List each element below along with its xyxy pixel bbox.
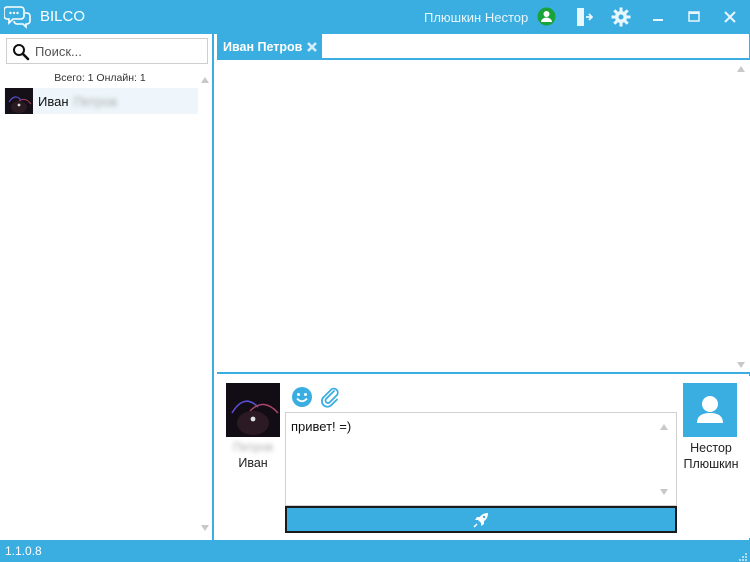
message-input[interactable]: привет! =) bbox=[291, 419, 651, 499]
version-label: 1.1.0.8 bbox=[5, 544, 42, 558]
tab-label: Иван Петров bbox=[223, 40, 303, 54]
search-input[interactable] bbox=[35, 42, 203, 60]
composer-panel: Петров Иван привет! =) Нестор Плюшкин bbox=[217, 376, 750, 538]
settings-button[interactable] bbox=[610, 6, 632, 28]
search-icon bbox=[12, 43, 30, 61]
contact-avatar bbox=[5, 88, 33, 114]
maximize-icon bbox=[688, 11, 700, 22]
current-username[interactable]: Плюшкин Нестор bbox=[424, 10, 528, 25]
contacts-scroll-down-arrow[interactable] bbox=[201, 525, 209, 531]
close-icon bbox=[724, 11, 736, 23]
contacts-sidebar: Всего: 1 Онлайн: 1 ИванПетров bbox=[0, 34, 214, 540]
self-name: Нестор Плюшкин bbox=[673, 440, 749, 472]
logout-button[interactable] bbox=[573, 6, 595, 28]
tab-close-icon[interactable] bbox=[306, 41, 318, 53]
contact-name: Иван Петров bbox=[38, 94, 117, 109]
contacts-stats: Всего: 1 Онлайн: 1 bbox=[54, 72, 146, 84]
user-silhouette-icon bbox=[697, 396, 723, 423]
contact-list-item[interactable]: Иван Петров bbox=[4, 88, 198, 114]
contact-surname-blurred: Петров bbox=[73, 94, 117, 109]
messages-scroll-up-arrow[interactable] bbox=[737, 66, 745, 72]
minimize-button[interactable] bbox=[647, 6, 669, 28]
resize-grip-icon[interactable] bbox=[738, 550, 748, 561]
message-history[interactable] bbox=[217, 60, 750, 374]
peer-surname-blurred: Петров bbox=[232, 440, 274, 454]
send-button[interactable] bbox=[285, 506, 677, 533]
search-box[interactable] bbox=[6, 38, 208, 64]
user-online-status-icon[interactable] bbox=[537, 7, 556, 26]
logout-icon bbox=[577, 8, 593, 26]
close-button[interactable] bbox=[719, 6, 741, 28]
tab-ivan-petrov[interactable]: Иван Петров bbox=[217, 34, 322, 60]
chat-bubbles-logo-icon bbox=[3, 3, 32, 31]
peer-name: Иван bbox=[238, 456, 268, 470]
minimize-icon bbox=[653, 19, 663, 21]
message-box: привет! =) bbox=[285, 412, 677, 506]
input-scroll-down-arrow[interactable] bbox=[660, 489, 668, 495]
messages-scroll-down-arrow[interactable] bbox=[737, 362, 745, 368]
gear-icon bbox=[611, 7, 631, 27]
input-scroll-up-arrow[interactable] bbox=[660, 424, 668, 430]
attach-file-button[interactable] bbox=[319, 386, 341, 408]
chat-tabs: Иван Петров bbox=[217, 34, 750, 60]
status-bar: 1.1.0.8 bbox=[0, 540, 750, 562]
rocket-icon bbox=[473, 512, 488, 528]
app-title: BILCO bbox=[40, 8, 86, 25]
self-last-name: Плюшкин bbox=[683, 457, 739, 471]
self-first-name: Нестор bbox=[690, 441, 732, 455]
emoji-button[interactable] bbox=[291, 386, 313, 408]
self-avatar bbox=[683, 383, 737, 437]
contacts-scroll-up-arrow[interactable] bbox=[201, 77, 209, 83]
paperclip-icon bbox=[321, 387, 339, 408]
peer-avatar bbox=[226, 383, 280, 437]
smiley-icon bbox=[292, 387, 312, 407]
maximize-button[interactable] bbox=[683, 6, 705, 28]
title-bar: BILCO Плюшкин Нестор bbox=[0, 0, 750, 34]
